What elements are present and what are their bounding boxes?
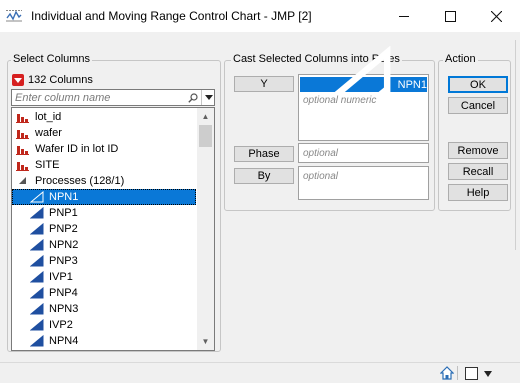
scroll-thumb[interactable] bbox=[199, 125, 212, 147]
column-list-item-label: PNP3 bbox=[49, 255, 78, 267]
cancel-button[interactable]: Cancel bbox=[448, 97, 508, 114]
status-bar bbox=[0, 362, 520, 383]
by-role-button[interactable]: By bbox=[234, 168, 294, 184]
column-list[interactable]: lot_idwafer Wafer ID in lot ID SITE Process… bbox=[11, 107, 215, 351]
window-list-icon[interactable] bbox=[465, 367, 478, 380]
continuous-triangle-icon bbox=[30, 207, 44, 219]
y-role-hint: optional numeric bbox=[303, 95, 377, 106]
column-list-item[interactable]: wafer bbox=[12, 125, 196, 141]
column-list-item[interactable]: SITE bbox=[12, 157, 196, 173]
recall-button[interactable]: Recall bbox=[448, 163, 508, 180]
nominal-bar-icon bbox=[16, 146, 29, 155]
column-list-item-label: Wafer ID in lot ID bbox=[35, 143, 119, 155]
column-list-item[interactable]: PNP1 bbox=[12, 205, 196, 221]
scroll-down-arrow-icon[interactable]: ▼ bbox=[197, 333, 214, 350]
column-list-item-label: NPN4 bbox=[49, 335, 79, 347]
window-title: Individual and Moving Range Control Char… bbox=[31, 9, 312, 23]
column-list-item[interactable]: NPN4 bbox=[12, 333, 196, 349]
y-role-button[interactable]: Y bbox=[234, 76, 294, 92]
column-list-item-label: PNP4 bbox=[49, 287, 78, 299]
continuous-triangle-icon bbox=[30, 287, 44, 299]
group-collapse-icon bbox=[19, 177, 26, 184]
column-list-scrollbar[interactable]: ▲ ▼ bbox=[197, 108, 214, 350]
phase-role-hint: optional bbox=[303, 148, 339, 159]
column-list-item[interactable]: PNP3 bbox=[12, 253, 196, 269]
column-list-item-label: wafer bbox=[35, 127, 62, 139]
nominal-bar-icon bbox=[16, 162, 29, 171]
column-list-item-label: IVP1 bbox=[49, 271, 73, 283]
continuous-triangle-icon bbox=[30, 255, 44, 267]
phase-role-list[interactable]: optional bbox=[298, 143, 429, 163]
column-count-label: 132 Columns bbox=[28, 74, 93, 86]
search-options-dropdown[interactable] bbox=[201, 90, 215, 105]
nominal-bar-icon bbox=[16, 114, 29, 123]
continuous-triangle-icon bbox=[30, 191, 44, 203]
minimize-icon bbox=[398, 15, 409, 17]
column-list-item[interactable]: NPN3 bbox=[12, 301, 196, 317]
continuous-triangle-icon bbox=[303, 45, 391, 121]
continuous-triangle-icon bbox=[30, 303, 44, 315]
column-list-item-label: PNP1 bbox=[49, 207, 78, 219]
column-list-item[interactable]: NPN2 bbox=[12, 237, 196, 253]
remove-button[interactable]: Remove bbox=[448, 142, 508, 159]
column-list-item-label: NPN2 bbox=[49, 239, 79, 251]
column-list-item[interactable]: lot_id bbox=[12, 109, 196, 125]
close-button[interactable] bbox=[473, 0, 519, 32]
column-list-item[interactable]: Processes (128/1) bbox=[12, 173, 196, 189]
continuous-triangle-icon bbox=[30, 271, 44, 283]
column-list-item[interactable]: PNP4 bbox=[12, 285, 196, 301]
column-list-item-label: SITE bbox=[35, 159, 60, 171]
nominal-bar-icon bbox=[16, 130, 29, 139]
control-chart-icon bbox=[6, 10, 22, 22]
ok-button[interactable]: OK bbox=[448, 76, 508, 93]
column-list-item-label: lot_id bbox=[35, 111, 62, 123]
y-role-value: NPN1 bbox=[397, 78, 427, 91]
column-list-item-label: NPN1 bbox=[49, 191, 79, 203]
column-count-menu[interactable]: 132 Columns bbox=[12, 74, 93, 86]
by-role-list[interactable]: optional bbox=[298, 166, 429, 200]
y-role-list[interactable]: NPN1 optional numeric bbox=[298, 45, 429, 141]
column-list-item-label: PNP2 bbox=[49, 223, 78, 235]
select-columns-title: Select Columns bbox=[11, 53, 93, 65]
action-title: Action bbox=[443, 53, 478, 65]
column-search-box bbox=[11, 89, 215, 106]
status-separator bbox=[457, 366, 458, 380]
by-role-hint: optional bbox=[303, 171, 339, 182]
scroll-up-arrow-icon[interactable]: ▲ bbox=[197, 108, 214, 125]
search-icon[interactable] bbox=[186, 91, 200, 104]
continuous-triangle-icon bbox=[30, 239, 44, 251]
red-triangle-menu-icon[interactable] bbox=[12, 74, 24, 86]
column-list-item[interactable]: IVP1 bbox=[12, 269, 196, 285]
window-edge bbox=[515, 40, 520, 250]
continuous-triangle-icon bbox=[30, 335, 44, 347]
title-bar: Individual and Moving Range Control Char… bbox=[0, 0, 520, 32]
column-list-item[interactable]: PNP2 bbox=[12, 221, 196, 237]
help-button[interactable]: Help bbox=[448, 184, 508, 201]
column-list-item[interactable]: Wafer ID in lot ID bbox=[12, 141, 196, 157]
column-list-item-label: NPN3 bbox=[49, 303, 79, 315]
minimize-button[interactable] bbox=[381, 0, 427, 32]
continuous-triangle-icon bbox=[30, 319, 44, 331]
column-list-item-label: Processes (128/1) bbox=[35, 175, 125, 187]
continuous-triangle-icon bbox=[30, 223, 44, 235]
window-list-dropdown-icon[interactable] bbox=[484, 371, 492, 377]
column-search-input[interactable] bbox=[15, 91, 183, 104]
close-icon bbox=[490, 10, 502, 22]
column-list-item[interactable]: IVP2 bbox=[12, 317, 196, 333]
column-list-item[interactable]: NPN1 bbox=[12, 189, 196, 205]
phase-role-button[interactable]: Phase bbox=[234, 146, 294, 162]
maximize-icon bbox=[444, 10, 456, 22]
column-list-item-label: IVP2 bbox=[49, 319, 73, 331]
y-role-item[interactable]: NPN1 bbox=[300, 45, 427, 121]
maximize-button[interactable] bbox=[427, 0, 473, 32]
home-icon[interactable] bbox=[440, 366, 454, 380]
